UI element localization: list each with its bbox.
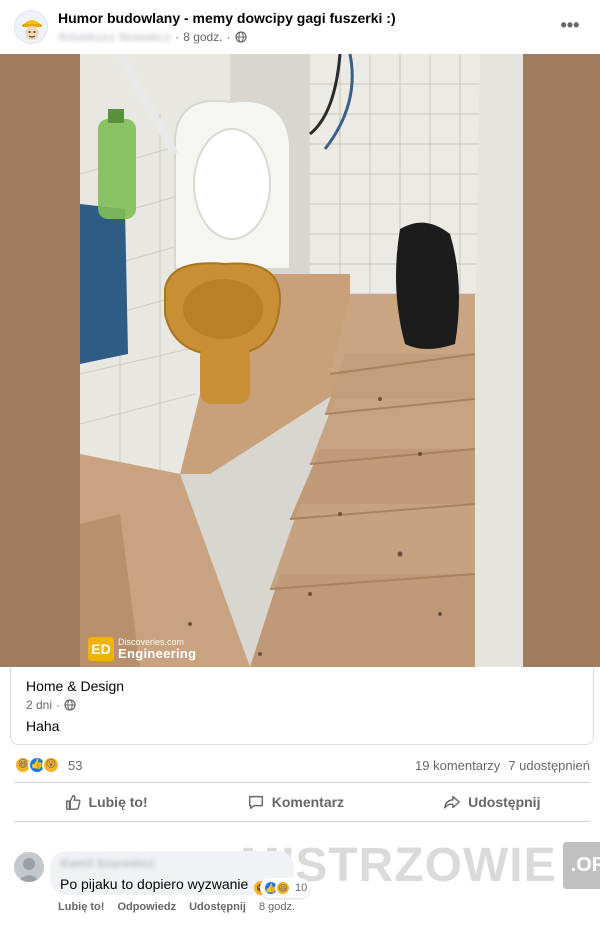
post-stats: 😆 👍 😮 53 19 komentarzy 7 udostępnień: [14, 754, 590, 776]
comment-bubble: Kamil Szarowicz Po pijaku to dopiero wyz…: [50, 851, 294, 895]
divider: [14, 782, 590, 783]
engineering-logo: ED: [88, 637, 114, 661]
shared-meta: 2 dni ·: [26, 698, 76, 712]
post-photo-area: ED Discoveries.com Engineering: [0, 54, 600, 667]
separator: ·: [226, 30, 231, 44]
comment-actions: Lubię to! Odpowiedz Udostępnij 8 godz.: [58, 901, 295, 913]
shared-page-name[interactable]: Home & Design: [26, 678, 124, 694]
share-label: Udostępnij: [468, 794, 541, 810]
share-button[interactable]: Udostępnij: [431, 789, 552, 815]
globe-icon: [234, 31, 247, 43]
reaction-count: 53: [68, 757, 83, 773]
comment-reply-link[interactable]: Odpowiedz: [117, 901, 176, 913]
comment-time[interactable]: 8 godz.: [259, 901, 295, 913]
comment-icon: [248, 795, 263, 810]
shared-post-text: Haha: [26, 718, 60, 734]
builder-mascot-icon: [15, 11, 47, 43]
comment-label: Komentarz: [271, 794, 345, 810]
comment-button[interactable]: Komentarz: [235, 789, 356, 815]
post-photo[interactable]: ED Discoveries.com Engineering: [80, 54, 523, 667]
shares-count[interactable]: 7 udostępnień: [508, 758, 590, 773]
user-avatar-icon: [14, 852, 44, 882]
comment-share-link[interactable]: Udostępnij: [189, 901, 246, 913]
post-header: Humor budowlany - memy dowcipy gagi fusz…: [0, 0, 600, 54]
watermark-big-text: Engineering: [118, 646, 197, 661]
post-actions: Lubię to! Komentarz Udostępnij: [14, 787, 590, 817]
comments-count[interactable]: 19 komentarzy: [415, 758, 500, 773]
share-icon: [444, 795, 461, 809]
watermark-small-text: Discoveries.com: [118, 637, 185, 647]
globe-icon: [64, 699, 76, 711]
like-label: Lubię to!: [88, 794, 148, 810]
more-horizontal-icon[interactable]: •••: [558, 14, 582, 38]
comment-author[interactable]: Kamil Szarowicz: [61, 858, 155, 870]
comment-reaction-count: 10: [295, 882, 308, 894]
like-button[interactable]: Lubię to!: [52, 789, 160, 815]
wow-reaction-icon: 😮: [42, 756, 60, 774]
thumbs-up-icon: [65, 794, 81, 810]
post-meta: Arkadiusz Nowakcz · 8 godz. ·: [58, 30, 247, 44]
post-time[interactable]: 8 godz.: [183, 30, 222, 44]
haha-reaction-icon: 😆: [275, 880, 291, 896]
comment-reactions[interactable]: 👍 😆 10: [260, 878, 311, 898]
reactions-summary[interactable]: 😆 👍 😮 53: [14, 756, 82, 774]
comment-avatar[interactable]: [14, 852, 44, 882]
comment-like-link[interactable]: Lubię to!: [58, 901, 104, 913]
divider: [14, 821, 590, 822]
comment-text: Po pijaku to dopiero wyzwanie: [60, 876, 249, 892]
bathroom-stairs-photo: [80, 54, 523, 667]
shared-time[interactable]: 2 dni: [26, 698, 52, 712]
source-watermark: ED Discoveries.com Engineering: [88, 637, 196, 661]
separator: ·: [175, 30, 180, 44]
site-watermark-tld: .ORG: [562, 842, 600, 889]
shared-post-card[interactable]: Home & Design 2 dni · Haha: [10, 668, 594, 745]
page-name[interactable]: Humor budowlany - memy dowcipy gagi fusz…: [58, 10, 396, 26]
page-avatar[interactable]: [14, 10, 48, 44]
comment-text-line: Po pijaku to dopiero wyzwanie 😅: [60, 876, 269, 895]
author-name[interactable]: Arkadiusz Nowakcz: [58, 30, 171, 44]
